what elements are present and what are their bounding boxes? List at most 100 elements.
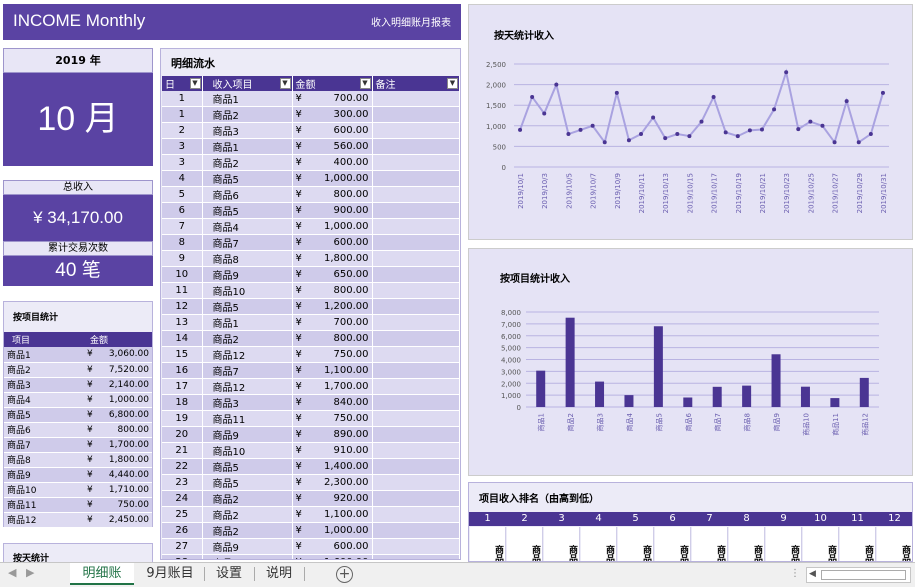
day-cell[interactable]: 1 [162, 106, 203, 123]
amount-cell[interactable]: ¥400.00 [292, 154, 373, 171]
note-col-header[interactable]: 备注 ▼ [372, 76, 460, 91]
note-cell[interactable] [372, 346, 460, 363]
note-cell[interactable] [372, 410, 460, 427]
note-cell[interactable] [372, 394, 460, 411]
item-cell[interactable]: 商品2 [202, 330, 293, 347]
amount-cell[interactable]: ¥600.00 [292, 538, 373, 555]
amount-cell[interactable]: ¥300.00 [292, 106, 373, 123]
day-cell[interactable]: 9 [162, 250, 203, 267]
note-cell[interactable] [372, 330, 460, 347]
amount-cell[interactable]: ¥600.00 [292, 234, 373, 251]
note-cell[interactable] [372, 266, 460, 283]
day-cell[interactable]: 24 [162, 490, 203, 507]
item-cell[interactable]: 商品11 [202, 410, 293, 427]
day-cell[interactable]: 21 [162, 442, 203, 459]
note-cell[interactable] [372, 282, 460, 299]
note-cell[interactable] [372, 91, 460, 107]
amount-cell[interactable]: ¥1,700.00 [292, 378, 373, 395]
note-cell[interactable] [372, 538, 460, 555]
amount-cell[interactable]: ¥750.00 [292, 410, 373, 427]
filter-dropdown-icon[interactable]: ▼ [447, 78, 458, 89]
day-col-header[interactable]: 日 ▼ [162, 76, 203, 91]
amount-cell[interactable]: ¥700.00 [292, 91, 373, 107]
amount-cell[interactable]: ¥560.00 [292, 138, 373, 155]
add-sheet-icon[interactable]: + [336, 566, 353, 583]
note-cell[interactable] [372, 314, 460, 331]
note-cell[interactable] [372, 234, 460, 251]
day-cell[interactable]: 1 [162, 91, 203, 107]
day-cell[interactable]: 11 [162, 282, 203, 299]
item-cell[interactable]: 商品3 [202, 394, 293, 411]
scrollbar-thumb[interactable] [821, 570, 906, 580]
amount-cell[interactable]: ¥1,400.00 [292, 458, 373, 475]
item-cell[interactable]: 商品12 [202, 346, 293, 363]
note-cell[interactable] [372, 378, 460, 395]
note-cell[interactable] [372, 506, 460, 523]
note-cell[interactable] [372, 218, 460, 235]
day-cell[interactable]: 13 [162, 314, 203, 331]
amount-cell[interactable]: ¥910.00 [292, 442, 373, 459]
item-cell[interactable]: 商品9 [202, 554, 293, 559]
amount-cell[interactable]: ¥920.00 [292, 490, 373, 507]
day-cell[interactable]: 10 [162, 266, 203, 283]
item-cell[interactable]: 商品1 [202, 314, 293, 331]
day-cell[interactable]: 15 [162, 346, 203, 363]
item-cell[interactable]: 商品9 [202, 426, 293, 443]
item-cell[interactable]: 商品1 [202, 91, 293, 107]
item-cell[interactable]: 商品7 [202, 234, 293, 251]
day-cell[interactable]: 8 [162, 234, 203, 251]
note-cell[interactable] [372, 362, 460, 379]
item-cell[interactable]: 商品1 [202, 138, 293, 155]
amount-cell[interactable]: ¥1,000.00 [292, 170, 373, 187]
note-cell[interactable] [372, 426, 460, 443]
day-cell[interactable]: 12 [162, 298, 203, 315]
sheet-tab-help[interactable]: 说明 [256, 563, 302, 585]
day-cell[interactable]: 25 [162, 506, 203, 523]
amount-cell[interactable]: ¥1,600.00 [292, 554, 373, 559]
item-col-header[interactable]: 收入项目 ▼ [202, 76, 293, 91]
sheet-tab-main[interactable]: 明细账 [70, 563, 134, 585]
filter-dropdown-icon[interactable]: ▼ [279, 78, 291, 89]
item-cell[interactable]: 商品6 [202, 186, 293, 203]
item-cell[interactable]: 商品5 [202, 298, 293, 315]
amount-cell[interactable]: ¥1,100.00 [292, 362, 373, 379]
filter-dropdown-icon[interactable]: ▼ [189, 78, 201, 89]
amount-cell[interactable]: ¥1,100.00 [292, 506, 373, 523]
item-cell[interactable]: 商品7 [202, 362, 293, 379]
filter-dropdown-icon[interactable]: ▼ [359, 78, 371, 89]
scroll-left-arrow-icon[interactable]: ◀ [809, 569, 816, 579]
amount-cell[interactable]: ¥890.00 [292, 426, 373, 443]
note-cell[interactable] [372, 490, 460, 507]
day-cell[interactable]: 17 [162, 378, 203, 395]
day-cell[interactable]: 16 [162, 362, 203, 379]
day-cell[interactable]: 19 [162, 410, 203, 427]
day-cell[interactable]: 28 [162, 554, 203, 559]
amount-col-header[interactable]: 金额 ▼ [292, 76, 373, 91]
amount-cell[interactable]: ¥840.00 [292, 394, 373, 411]
day-cell[interactable]: 4 [162, 170, 203, 187]
note-cell[interactable] [372, 298, 460, 315]
scroll-right-icon[interactable]: ▶ [26, 566, 34, 579]
amount-cell[interactable]: ¥2,300.00 [292, 474, 373, 491]
day-cell[interactable]: 23 [162, 474, 203, 491]
item-cell[interactable]: 商品2 [202, 154, 293, 171]
amount-cell[interactable]: ¥1,200.00 [292, 298, 373, 315]
item-cell[interactable]: 商品5 [202, 202, 293, 219]
note-cell[interactable] [372, 458, 460, 475]
item-cell[interactable]: 商品2 [202, 522, 293, 539]
item-cell[interactable]: 商品3 [202, 122, 293, 139]
amount-cell[interactable]: ¥900.00 [292, 202, 373, 219]
note-cell[interactable] [372, 442, 460, 459]
sheet-tab-sep[interactable]: 9月账目 [138, 563, 202, 585]
day-cell[interactable]: 14 [162, 330, 203, 347]
amount-cell[interactable]: ¥1,800.00 [292, 250, 373, 267]
amount-cell[interactable]: ¥1,000.00 [292, 522, 373, 539]
day-cell[interactable]: 27 [162, 538, 203, 555]
item-cell[interactable]: 商品12 [202, 378, 293, 395]
item-cell[interactable]: 商品9 [202, 266, 293, 283]
item-cell[interactable]: 商品2 [202, 490, 293, 507]
item-cell[interactable]: 商品2 [202, 106, 293, 123]
amount-cell[interactable]: ¥650.00 [292, 266, 373, 283]
day-cell[interactable]: 5 [162, 186, 203, 203]
item-cell[interactable]: 商品10 [202, 282, 293, 299]
